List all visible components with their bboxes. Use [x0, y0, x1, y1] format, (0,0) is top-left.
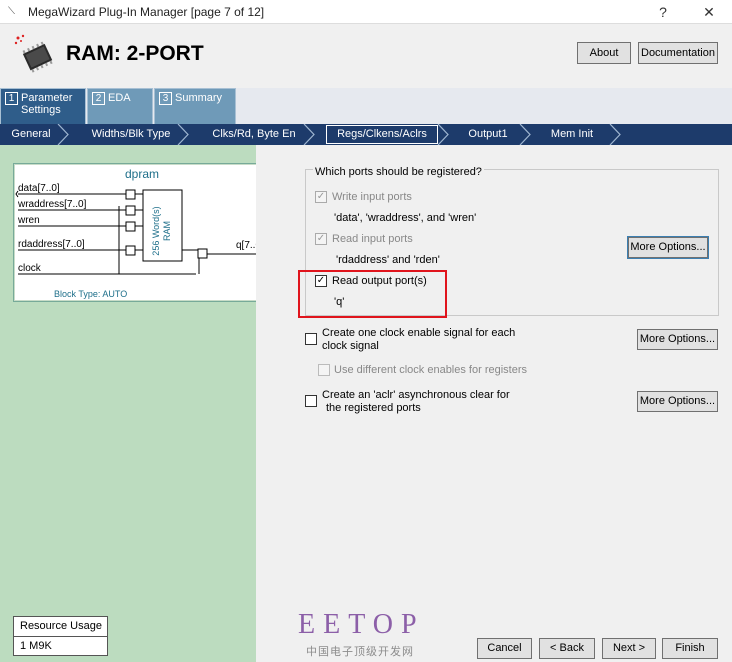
port-clock: clock — [18, 263, 41, 274]
different-clock-enables-checkbox[interactable] — [318, 364, 330, 376]
aclr-checkbox[interactable] — [305, 395, 317, 407]
tab-summary[interactable]: 3 Summary — [154, 88, 236, 124]
watermark-subtitle: 中国电子顶级开发网 — [306, 646, 414, 658]
write-input-desc: 'data', 'wraddress', and 'wren' — [334, 212, 477, 224]
documentation-button[interactable]: Documentation — [638, 42, 718, 64]
write-input-label: Write input ports — [332, 191, 412, 203]
tab-label: Parameter Settings — [21, 92, 73, 116]
next-button[interactable]: Next > — [602, 638, 656, 659]
block-type-label: Block Type: AUTO — [54, 289, 128, 299]
aclr-label-line2: the registered ports — [326, 402, 421, 414]
more-options-button-aclr[interactable]: More Options... — [637, 391, 718, 412]
aclr-label-line1: Create an 'aclr' asynchronous clear for — [322, 389, 510, 401]
tab-parameter-settings[interactable]: 1 Parameter Settings — [0, 88, 86, 125]
read-input-checkbox[interactable]: ✓ — [315, 233, 327, 245]
ram-block-label: 256 Word(s) RAM — [151, 206, 172, 256]
clock-enable-label-line1: Create one clock enable signal for each — [322, 327, 516, 339]
megafunction-chip-icon — [12, 32, 58, 78]
eetop-watermark: EETOP 中国电子顶级开发网 — [296, 609, 446, 661]
tab-number: 3 — [159, 92, 172, 105]
read-input-desc: 'rdaddress' and 'rden' — [336, 254, 440, 266]
tab-label: EDA — [108, 92, 131, 104]
subtab-regs[interactable]: Regs/Clkens/Aclrs — [326, 125, 438, 144]
read-input-label: Read input ports — [332, 233, 413, 245]
subtab-widths[interactable]: Widths/Blk Type — [72, 124, 190, 145]
finish-button[interactable]: Finish — [662, 638, 718, 659]
highlight-box — [298, 270, 447, 318]
write-input-checkbox[interactable]: ✓ — [315, 191, 327, 203]
port-wraddress: wraddress[7..0] — [18, 199, 87, 210]
window-title: MegaWizard Plug-In Manager [page 7 of 12… — [28, 5, 265, 19]
resource-usage-box: Resource Usage 1 M9K — [13, 616, 108, 656]
cancel-button[interactable]: Cancel — [477, 638, 532, 659]
about-button[interactable]: About — [577, 42, 631, 64]
clock-enable-label-line2: clock signal — [322, 340, 379, 352]
resource-usage-title: Resource Usage — [14, 617, 107, 637]
resource-usage-value: 1 M9K — [20, 640, 52, 652]
different-clock-enables-label: Use different clock enables for register… — [334, 364, 527, 376]
more-options-button-registers[interactable]: More Options... — [627, 236, 709, 259]
dpram-symbol: dpram data[7..0] wraddress[7..0] wren rd… — [13, 163, 271, 302]
back-button[interactable]: < Back — [539, 638, 595, 659]
tab-label: Summary — [175, 92, 223, 104]
window-titlebar: ⟍ MegaWizard Plug-In Manager [page 7 of … — [0, 0, 732, 24]
port-wren: wren — [18, 215, 40, 226]
tab-number: 1 — [5, 92, 18, 105]
app-icon: ⟍ — [8, 6, 15, 17]
page-title: RAM: 2-PORT — [66, 42, 204, 65]
watermark-logo: EETOP — [298, 609, 425, 640]
clock-enable-checkbox[interactable] — [305, 333, 317, 345]
close-icon[interactable]: ✕ — [698, 2, 720, 22]
port-rdaddress: rdaddress[7..0] — [18, 239, 85, 250]
port-data: data[7..0] — [18, 183, 60, 194]
register-ports-question: Which ports should be registered? — [313, 166, 484, 178]
subtab-clks[interactable]: Clks/Rd, Byte En — [195, 124, 313, 145]
subtab-mem-init[interactable]: Mem Init — [532, 124, 612, 145]
tab-eda[interactable]: 2 EDA — [87, 88, 153, 124]
subtab-general[interactable]: General — [0, 124, 62, 145]
subtab-output1[interactable]: Output1 — [450, 124, 526, 145]
more-options-button-clken[interactable]: More Options... — [637, 329, 718, 350]
tab-number: 2 — [92, 92, 105, 105]
help-icon[interactable]: ? — [652, 2, 674, 22]
